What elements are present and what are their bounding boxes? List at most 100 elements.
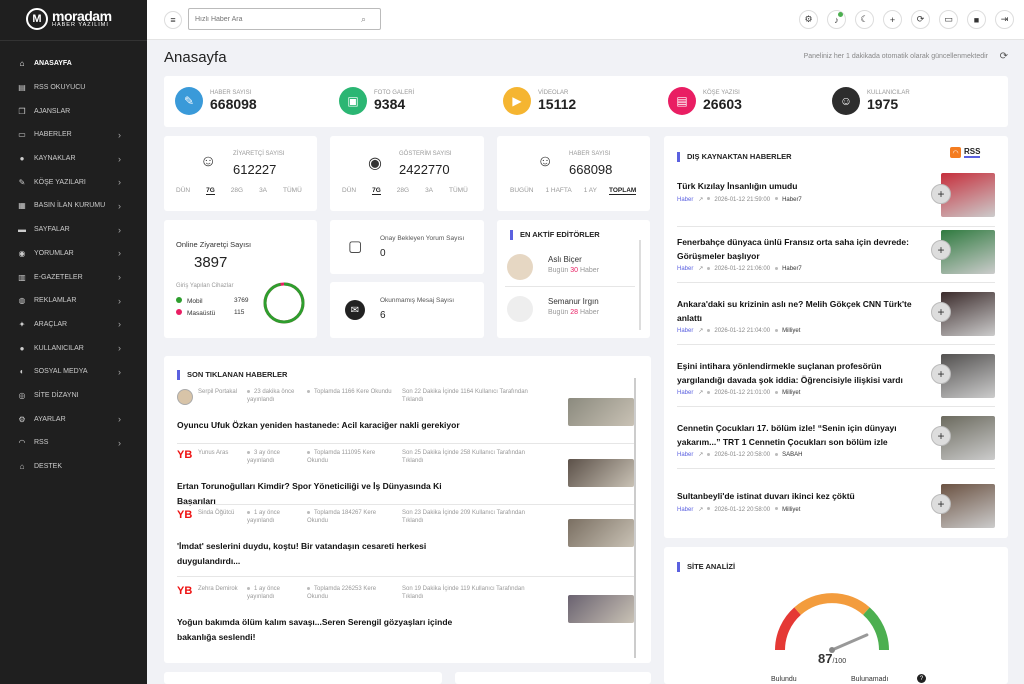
edit-icon: ✎	[175, 87, 203, 115]
external-link-icon[interactable]: ↗	[698, 507, 703, 513]
desktop-row: Masaüstü 115	[176, 309, 256, 317]
stat-1[interactable]: ✎ HABER SAYISI 668098	[175, 87, 257, 115]
period-tab[interactable]: 7G	[206, 187, 215, 195]
sidebar-item-4[interactable]: ▭ HABERLER ›	[0, 123, 147, 147]
sidebar-item-3[interactable]: ❐ AJANSLAR	[0, 99, 147, 123]
sidebar-item-10[interactable]: ▥ E-GAZETELER ›	[0, 265, 147, 289]
sync-button[interactable]: ⟳	[911, 10, 930, 29]
news-thumbnail[interactable]	[568, 459, 634, 487]
external-link-icon[interactable]: ↗	[698, 328, 703, 334]
editor-item[interactable]: Aslı Biçer Bugün 30 Haber	[505, 252, 637, 288]
period-tab[interactable]: TOPLAM	[609, 187, 637, 195]
sidebar-item-12[interactable]: ✦ ARAÇLAR ›	[0, 313, 147, 337]
clicked-news-item[interactable]: YB Zehra Demirok 1 ay önce yayınlandı Topla…	[177, 585, 634, 645]
sidebar-item-8[interactable]: ▬ SAYFALAR ›	[0, 218, 147, 242]
pending-comments-card[interactable]: ▢ Onay Bekleyen Yorum Sayısı 0	[330, 220, 484, 274]
sidebar-item-17[interactable]: ◠ RSS ›	[0, 431, 147, 455]
sidebar-item-15[interactable]: ◎ SİTE DİZAYNI	[0, 384, 147, 408]
unread-messages-card[interactable]: ✉ Okunmamış Mesaj Sayısı 6	[330, 282, 484, 338]
sidebar-item-14[interactable]: ◐ SOSYAL MEDYA ›	[0, 360, 147, 384]
sidebar-item-1[interactable]: ⌂ ANASAYFA	[0, 52, 147, 76]
clicked-news-item[interactable]: Serpil Portakal 23 dakika önce yayınlandı…	[177, 388, 634, 444]
external-link-icon[interactable]: ↗	[698, 452, 703, 458]
add-news-button[interactable]: +	[931, 494, 951, 514]
users-group-icon: ●	[19, 343, 25, 353]
add-button[interactable]: +	[883, 10, 902, 29]
rss-badge[interactable]: ◠ RSS	[950, 147, 981, 158]
external-category[interactable]: Haber	[677, 197, 693, 203]
sidebar-item-13[interactable]: ● KULLANICILAR ›	[0, 336, 147, 360]
sidebar-item-9[interactable]: ◉ YORUMLAR ›	[0, 242, 147, 266]
editor-name: Semanur Irgın	[548, 297, 599, 306]
mobile-value: 3769	[234, 297, 249, 304]
add-news-button[interactable]: +	[931, 240, 951, 260]
external-source: Haber7	[782, 196, 802, 203]
news-thumbnail[interactable]	[568, 595, 634, 623]
period-tab[interactable]: TÜMÜ	[283, 187, 302, 195]
sidebar-item-2[interactable]: ▤ RSS OKUYUCU	[0, 76, 147, 100]
period-tab[interactable]: 7G	[372, 187, 381, 195]
sidebar-item-6[interactable]: ✎ KÖŞE YAZILARI ›	[0, 170, 147, 194]
period-tab[interactable]: 28G	[231, 187, 243, 195]
period-tab[interactable]: DÜN	[176, 187, 190, 195]
news-thumbnail[interactable]	[568, 519, 634, 547]
logout-button[interactable]: ⇥	[995, 10, 1014, 29]
period-tab[interactable]: 28G	[397, 187, 409, 195]
external-link-icon[interactable]: ↗	[698, 266, 703, 272]
add-news-button[interactable]: +	[931, 426, 951, 446]
menu-toggle-button[interactable]: ≡	[164, 11, 182, 29]
external-category[interactable]: Haber	[677, 390, 693, 396]
clicked-news-item[interactable]: YB Sinda Öğütcü 1 ay önce yayınlandı Toplam…	[177, 509, 634, 577]
stat-2[interactable]: ▣ FOTO GALERİ 9384	[339, 87, 414, 115]
add-news-button[interactable]: +	[931, 302, 951, 322]
clicked-scrollbar[interactable]	[634, 378, 636, 658]
home-icon: ⌂	[19, 59, 25, 69]
notifications-button[interactable]: ♪	[827, 10, 846, 29]
stat-3[interactable]: ▶ VİDEOLAR 15112	[503, 87, 576, 115]
clicked-news-item[interactable]: YB Yunus Aras 3 ay önce yayınlandı Toplamda…	[177, 449, 634, 509]
period-tab[interactable]: 1 AY	[584, 187, 597, 195]
brand-logo[interactable]: M moradam HABER YAZILIMI	[26, 8, 112, 30]
mobile-dot	[176, 297, 182, 303]
add-news-button[interactable]: +	[931, 184, 951, 204]
visitors-value: 612227	[233, 162, 277, 177]
news-thumbnail[interactable]	[568, 398, 634, 426]
sidebar-item-18[interactable]: ⌂ DESTEK	[0, 455, 147, 479]
monitor-button[interactable]: ▭	[939, 10, 958, 29]
external-link-icon[interactable]: ↗	[698, 390, 703, 396]
lock-button[interactable]: ■	[967, 10, 986, 29]
period-tab[interactable]: BUGÜN	[510, 187, 533, 195]
editor-item[interactable]: Semanur Irgın Bugün 28 Haber	[507, 294, 637, 330]
external-category[interactable]: Haber	[677, 266, 693, 272]
sidebar-item-5[interactable]: ● KAYNAKLAR ›	[0, 147, 147, 171]
period-tab[interactable]: 3A	[425, 187, 433, 195]
add-news-button[interactable]: +	[931, 364, 951, 384]
period-tab[interactable]: DÜN	[342, 187, 356, 195]
help-icon[interactable]: ?	[917, 674, 926, 683]
period-tab[interactable]: 3A	[259, 187, 267, 195]
search-input[interactable]	[189, 15, 349, 23]
refresh-icon[interactable]: ⟳	[1000, 51, 1008, 62]
clicked-time: 3 ay önce yayınlandı	[247, 449, 299, 465]
sidebar-item-7[interactable]: ▦ BASIN İLAN KURUMU ›	[0, 194, 147, 218]
chevron-right-icon: ›	[118, 200, 121, 211]
external-link-icon[interactable]: ↗	[698, 197, 703, 203]
settings-button[interactable]: ⚙	[799, 10, 818, 29]
clicked-trend: Son 22 Dakika İçinde 1164 Kullanıcı Tara…	[402, 389, 528, 403]
plus-icon: +	[889, 14, 896, 25]
external-date: 2026-01-12 21:06:00	[714, 266, 771, 272]
editors-scrollbar[interactable]	[639, 240, 641, 330]
external-category[interactable]: Haber	[677, 452, 693, 458]
period-tab[interactable]: 1 HAFTA	[545, 187, 571, 195]
wrench-icon: ✦	[18, 319, 26, 329]
sidebar-item-16[interactable]: ⚙ AYARLAR ›	[0, 407, 147, 431]
external-category[interactable]: Haber	[677, 328, 693, 334]
search-icon[interactable]: ⌕	[361, 14, 366, 25]
sidebar-item-label: AYARLAR	[34, 415, 66, 423]
stat-5[interactable]: ☺ KULLANICILAR 1975	[832, 87, 910, 115]
period-tab[interactable]: TÜMÜ	[449, 187, 468, 195]
external-category[interactable]: Haber	[677, 507, 693, 513]
stat-4[interactable]: ▤ KÖŞE YAZISI 26603	[668, 87, 742, 115]
sidebar-item-11[interactable]: ◍ REKLAMLAR ›	[0, 289, 147, 313]
dark-mode-button[interactable]: ☾	[855, 10, 874, 29]
